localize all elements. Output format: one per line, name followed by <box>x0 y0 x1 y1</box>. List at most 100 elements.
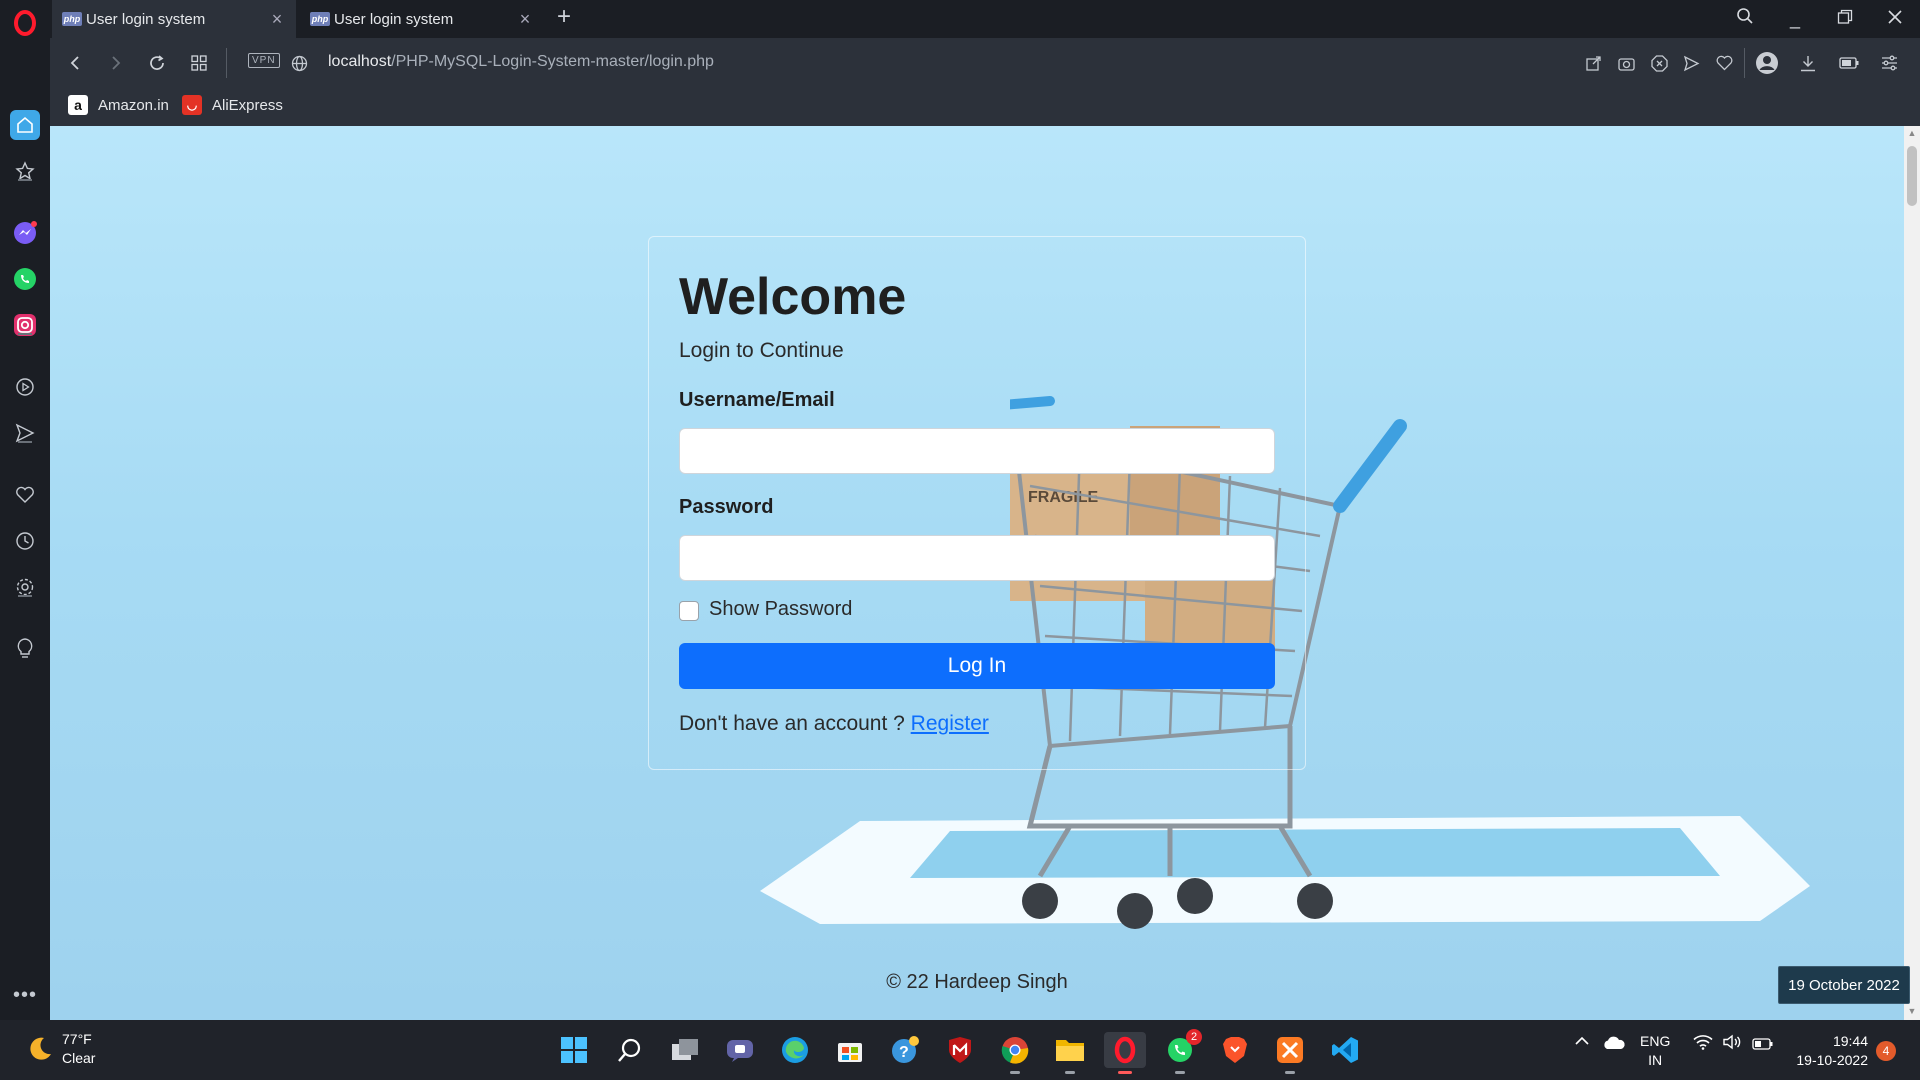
speed-dial-icon[interactable] <box>186 50 212 76</box>
site-info-globe-icon[interactable] <box>286 50 312 76</box>
bookmark-aliexpress[interactable]: ◡ AliExpress <box>182 95 283 115</box>
xampp-icon[interactable] <box>1272 1032 1308 1074</box>
vpn-badge[interactable]: VPN <box>248 53 280 68</box>
active-indicator <box>1118 1071 1132 1074</box>
easy-setup-menu-icon[interactable] <box>1876 50 1902 76</box>
username-input[interactable] <box>679 428 1275 474</box>
tab-close-icon[interactable]: × <box>516 10 534 28</box>
pinboard-star-icon[interactable] <box>10 156 40 186</box>
opera-taskbar-icon[interactable] <box>1104 1032 1146 1074</box>
mcafee-icon[interactable] <box>942 1032 978 1068</box>
running-indicator <box>1010 1071 1020 1074</box>
task-view-icon[interactable] <box>667 1032 703 1068</box>
edge-browser-icon[interactable] <box>777 1032 813 1068</box>
microsoft-store-icon[interactable] <box>832 1032 868 1068</box>
onedrive-cloud-icon[interactable] <box>1602 1036 1626 1053</box>
vscode-icon[interactable] <box>1327 1032 1363 1068</box>
battery-icon[interactable] <box>1752 1037 1774 1053</box>
scroll-up-arrow-icon[interactable]: ▲ <box>1907 128 1917 138</box>
bookmarks-bar: a Amazon.in ◡ AliExpress <box>50 88 1920 126</box>
battery-saver-icon[interactable] <box>1836 50 1862 76</box>
easy-setup-icon[interactable] <box>1580 50 1606 76</box>
opera-logo-icon[interactable] <box>8 6 42 40</box>
password-input[interactable] <box>679 535 1275 581</box>
url-field[interactable]: localhost/PHP-MySQL-Login-System-master/… <box>328 53 714 71</box>
tab-login-2[interactable]: php User login system × <box>300 0 544 38</box>
snapshot-camera-icon[interactable] <box>1613 50 1639 76</box>
system-clock[interactable]: 19:44 19-10-2022 <box>1790 1032 1868 1070</box>
volume-icon[interactable] <box>1722 1034 1742 1053</box>
tab-close-icon[interactable]: × <box>268 10 286 28</box>
date-tooltip: 19 October 2022 <box>1778 966 1910 1004</box>
url-host: localhost <box>328 53 392 70</box>
reload-button[interactable] <box>144 50 170 76</box>
file-explorer-icon[interactable] <box>1052 1032 1088 1074</box>
send-flow-icon[interactable] <box>1678 50 1704 76</box>
instagram-icon[interactable] <box>10 310 40 340</box>
history-clock-icon[interactable] <box>10 526 40 556</box>
download-icon[interactable] <box>1795 50 1821 76</box>
lightbulb-icon[interactable] <box>10 634 40 664</box>
close-window-button[interactable] <box>1880 6 1910 32</box>
register-link[interactable]: Register <box>911 712 989 735</box>
separator <box>226 48 227 78</box>
aliexpress-icon: ◡ <box>182 95 202 115</box>
brave-icon[interactable] <box>1217 1032 1253 1068</box>
page-scrollbar[interactable]: ▲ ▼ <box>1904 126 1920 1020</box>
notification-count-badge[interactable]: 4 <box>1876 1041 1896 1061</box>
more-options-icon[interactable]: ••• <box>10 980 40 1010</box>
player-icon[interactable] <box>10 372 40 402</box>
whatsapp-icon[interactable] <box>10 264 40 294</box>
login-card: Welcome Login to Continue Username/Email… <box>648 236 1306 770</box>
get-help-icon[interactable]: ? <box>887 1032 923 1068</box>
bookmark-heart-icon[interactable] <box>1711 50 1737 76</box>
weather-desc: Clear <box>62 1050 96 1066</box>
scroll-down-arrow-icon[interactable]: ▼ <box>1907 1006 1917 1016</box>
sidebar-divider <box>18 595 32 597</box>
svg-text:?: ? <box>899 1044 909 1061</box>
messenger-icon[interactable] <box>10 218 40 248</box>
wifi-icon[interactable] <box>1693 1034 1713 1053</box>
password-label: Password <box>679 496 774 518</box>
language-indicator[interactable]: ENG IN <box>1640 1032 1670 1070</box>
page-title: Welcome <box>679 268 907 326</box>
whatsapp-taskbar-icon[interactable]: 2 <box>1162 1029 1202 1074</box>
sidebar-divider <box>18 441 32 443</box>
teams-chat-icon[interactable] <box>722 1032 758 1068</box>
back-button[interactable] <box>62 50 88 76</box>
start-windows-icon[interactable] <box>556 1032 592 1068</box>
sidebar-divider <box>18 333 32 335</box>
running-indicator <box>1175 1071 1185 1074</box>
running-indicator <box>1285 1071 1295 1074</box>
login-button[interactable]: Log In <box>679 643 1275 689</box>
show-hidden-icons-chevron-icon[interactable] <box>1574 1034 1590 1050</box>
bookmark-amazon[interactable]: a Amazon.in <box>68 95 169 115</box>
page-footer: © 22 Hardeep Singh <box>886 971 1068 993</box>
show-password-checkbox[interactable] <box>679 601 699 621</box>
search-icon[interactable] <box>612 1032 648 1068</box>
tab-bar: php User login system × php User login s… <box>0 0 1920 38</box>
adblock-icon[interactable] <box>1646 50 1672 76</box>
scrollbar-thumb[interactable] <box>1907 146 1917 206</box>
home-icon[interactable] <box>10 110 40 140</box>
search-tabs-icon[interactable] <box>1730 6 1760 32</box>
bookmarks-heart-icon[interactable] <box>10 480 40 510</box>
register-prompt: Don't have an account ? Register <box>679 712 989 736</box>
clock-time: 19:44 <box>1832 1033 1868 1049</box>
profile-avatar-icon[interactable] <box>1754 50 1780 76</box>
minimize-button[interactable]: _ <box>1780 6 1810 32</box>
my-flow-icon[interactable] <box>10 418 40 448</box>
restore-button[interactable] <box>1830 6 1860 32</box>
chrome-icon[interactable] <box>997 1032 1033 1074</box>
tab-login-1[interactable]: php User login system × <box>52 0 296 38</box>
clock-date: 19-10-2022 <box>1796 1052 1868 1068</box>
php-favicon-icon: php <box>310 12 330 26</box>
lang-line1: ENG <box>1640 1033 1671 1049</box>
new-tab-button[interactable]: + <box>552 5 576 30</box>
weather-widget[interactable]: 77°F Clear <box>24 1030 95 1068</box>
running-indicator <box>1065 1071 1075 1074</box>
page-subtitle: Login to Continue <box>679 339 844 362</box>
show-password-label[interactable]: Show Password <box>709 598 852 621</box>
forward-button[interactable] <box>103 50 129 76</box>
settings-gear-icon[interactable] <box>10 572 40 602</box>
